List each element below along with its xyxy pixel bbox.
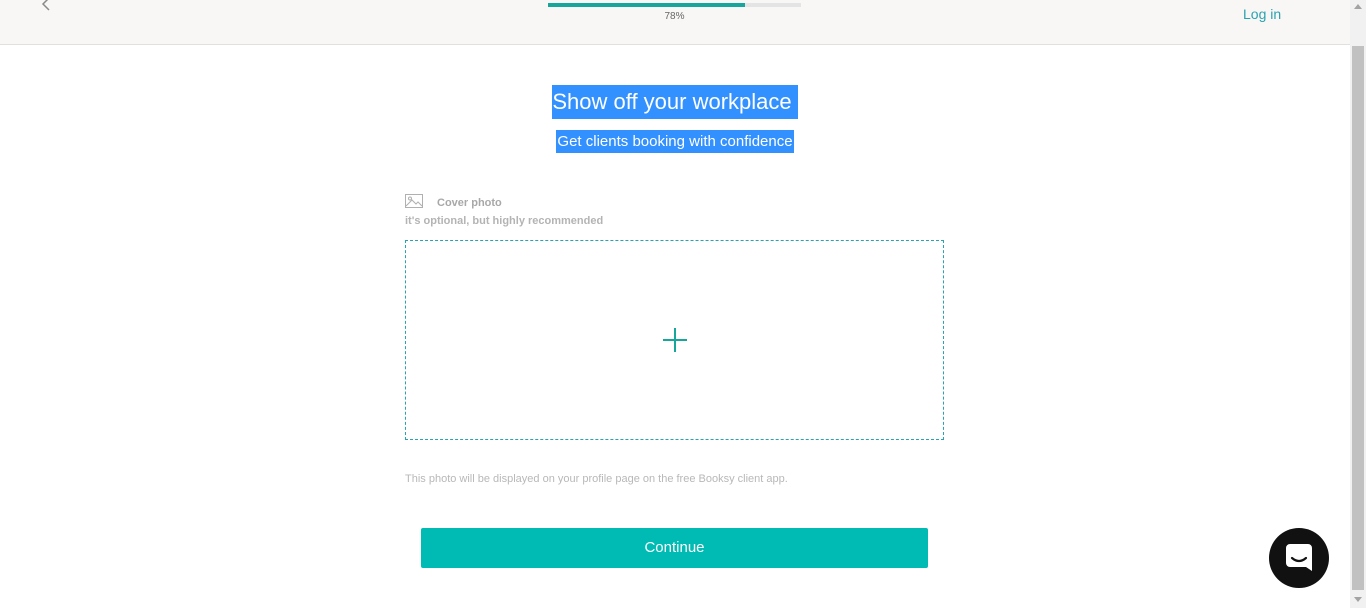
image-icon <box>405 194 423 208</box>
progress-bar <box>548 3 801 7</box>
cover-photo-hint: it's optional, but highly recommended <box>405 215 604 227</box>
cover-photo-dropzone[interactable] <box>405 240 944 440</box>
progress-fill <box>548 3 746 7</box>
scrollbar[interactable] <box>1350 0 1366 608</box>
scroll-thumb[interactable] <box>1352 46 1364 590</box>
plus-icon <box>663 328 687 352</box>
progress-label: 78% <box>664 11 685 22</box>
chat-icon <box>1286 544 1312 571</box>
chevron-left-icon <box>41 0 50 11</box>
chat-button[interactable] <box>1269 528 1329 588</box>
page-title: Show off your workplace <box>552 85 798 119</box>
cover-photo-label: Cover photo <box>437 197 502 209</box>
scroll-down-arrow-icon[interactable] <box>1354 597 1362 602</box>
scroll-up-arrow-icon[interactable] <box>1354 4 1362 9</box>
page-title-container: Show off your workplace <box>0 85 1350 119</box>
page-subtitle: Get clients booking with confidence <box>556 130 794 153</box>
continue-button[interactable]: Continue <box>421 528 928 568</box>
cover-photo-footnote: This photo will be displayed on your pro… <box>405 473 788 485</box>
login-link[interactable]: Log in <box>1243 6 1281 22</box>
page-subtitle-container: Get clients booking with confidence <box>0 130 1350 153</box>
top-bar: 78% Log in <box>0 0 1350 45</box>
back-button[interactable] <box>36 0 56 16</box>
